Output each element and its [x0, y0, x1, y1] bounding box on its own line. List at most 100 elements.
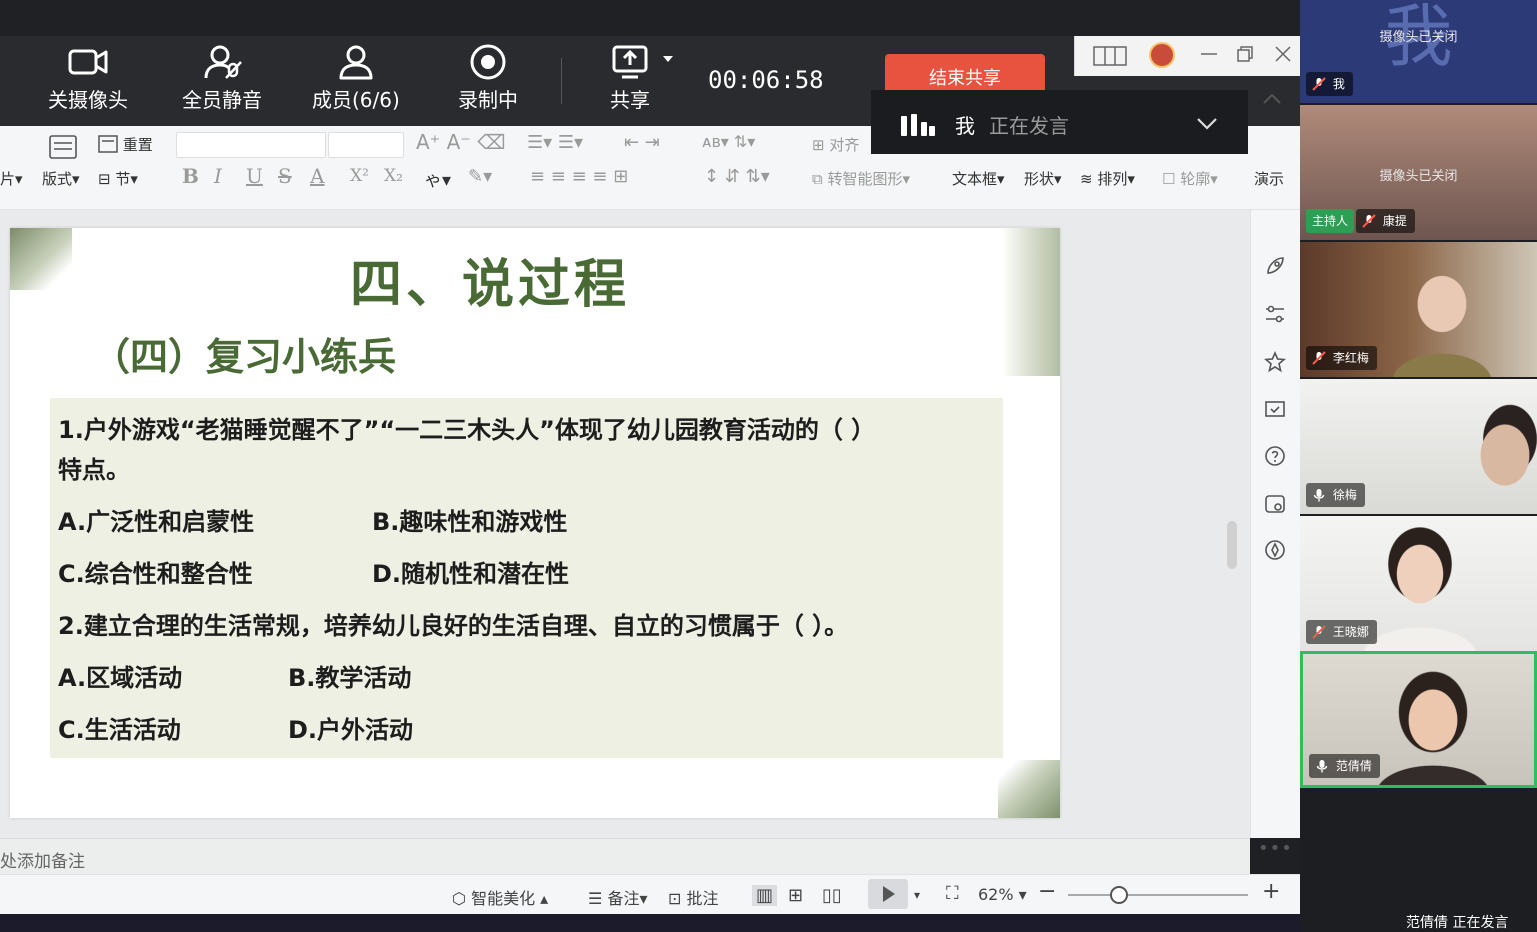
- superscript-icon[interactable]: X²: [350, 166, 369, 186]
- indent-icon[interactable]: ⇤ ⇥: [624, 132, 660, 153]
- notes-toggle-button[interactable]: ☰ 备注▾: [588, 885, 647, 909]
- members-icon: [339, 45, 373, 80]
- speaking-banner[interactable]: 我 正在发言: [871, 90, 1248, 154]
- textbox-button[interactable]: 文本框▾: [952, 168, 1005, 189]
- strikethrough-icon[interactable]: S: [278, 164, 292, 188]
- present-label: 演示: [1254, 170, 1285, 188]
- play-options-icon[interactable]: ▾: [914, 888, 920, 902]
- comment-label: 批注: [686, 889, 719, 908]
- more-options-icon[interactable]: •••: [1258, 838, 1292, 859]
- mute-all-button[interactable]: 全员静音: [182, 44, 262, 113]
- question-2-stem: 2.建立合理的生活常规，培养幼儿良好的生活自理、自立的习惯属于（ ）。: [58, 612, 849, 640]
- star-icon[interactable]: [1263, 350, 1287, 374]
- slides-panel-icon[interactable]: [1263, 398, 1287, 422]
- meeting-timer: 00:06:58: [708, 66, 824, 94]
- reading-view-icon[interactable]: ▯▯: [822, 885, 842, 906]
- slide-title: 四、说过程: [349, 255, 630, 315]
- question-box: 1.户外游戏“老猫睡觉醒不了”“一二三木头人”体现了幼儿园教育活动的（ ） 特点…: [50, 398, 1003, 758]
- layout-toggle-icon[interactable]: [1093, 46, 1127, 66]
- members-button[interactable]: 成员(6/6): [312, 44, 400, 113]
- design-icon[interactable]: [1263, 492, 1287, 516]
- convert-smartart-button[interactable]: ⧉ 转智能图形▾: [812, 168, 910, 189]
- share-label: 共享: [610, 88, 650, 112]
- sorter-view-icon[interactable]: ⊞: [788, 885, 803, 906]
- participant-name: 康提: [1382, 214, 1407, 228]
- font-color-icon[interactable]: A: [310, 164, 324, 188]
- line-spacing-icons[interactable]: ↕ ⇵ ⇅▾: [704, 166, 770, 187]
- share-button[interactable]: 共享: [610, 44, 676, 113]
- collapse-ribbon-icon[interactable]: [1262, 92, 1282, 106]
- font-family-dropdown[interactable]: [176, 132, 326, 158]
- outline-button[interactable]: ☐ 轮廓▾: [1162, 168, 1218, 189]
- user-avatar[interactable]: [1149, 42, 1175, 68]
- scrollbar-thumb[interactable]: [1227, 521, 1237, 569]
- zoom-level[interactable]: 62% ▾: [978, 885, 1027, 904]
- participant-tile-5[interactable]: 王晓娜: [1300, 516, 1537, 651]
- meeting-top-strip: [0, 0, 1300, 36]
- slide-canvas[interactable]: 四、说过程 （四）复习小练兵 1.户外游戏“老猫睡觉醒不了”“一二三木头人”体现…: [10, 228, 1060, 818]
- participant-name: 徐梅: [1332, 488, 1357, 502]
- help-icon[interactable]: [1263, 444, 1287, 468]
- camera-off-text: 摄像头已关闭: [1379, 169, 1458, 184]
- participant-tile-me[interactable]: 我 摄像头已关闭 我: [1300, 0, 1537, 103]
- picture-button[interactable]: 片▾: [0, 168, 23, 189]
- bullet-list-icon[interactable]: ☰▾ ☰▾: [527, 132, 583, 153]
- slide-editor: 四、说过程 （四）复习小练兵 1.户外游戏“老猫睡觉醒不了”“一二三木头人”体现…: [0, 210, 1250, 838]
- close-icon[interactable]: [1275, 46, 1291, 62]
- zoom-slider-knob[interactable]: [1110, 886, 1128, 904]
- participant-tile-host[interactable]: 摄像头已关闭 主持人 康提: [1300, 105, 1537, 240]
- recording-button[interactable]: 录制中: [458, 44, 518, 113]
- status-bar: ⬡ 智能美化 ▴ ☰ 备注▾ ⊡ 批注 ▥ ⊞ ▯▯ ▾ ⛶ 62% ▾ − +: [0, 874, 1300, 914]
- font-size-dropdown[interactable]: [328, 132, 404, 158]
- reset-icon: [98, 135, 118, 153]
- question-1-stem: 1.户外游戏“老猫睡觉醒不了”“一二三木头人”体现了幼儿园教育活动的（ ）: [58, 416, 876, 444]
- zoom-slider[interactable]: [1068, 894, 1248, 896]
- picture-label: 片: [0, 170, 16, 188]
- smart-beautify-button[interactable]: ⬡ 智能美化 ▴: [452, 885, 548, 909]
- participant-tile-3[interactable]: 李红梅: [1300, 242, 1537, 377]
- participant-tile-4[interactable]: 徐梅: [1300, 379, 1537, 514]
- subscript-icon[interactable]: X₂: [384, 166, 403, 186]
- participant-tile-6[interactable]: 范倩倩: [1300, 651, 1537, 788]
- highlight-icon[interactable]: ✎▾: [468, 166, 492, 187]
- question-2-option-b: B.教学活动: [288, 664, 412, 692]
- play-slideshow-button[interactable]: [868, 879, 908, 909]
- plant-decoration-bottom-right: [998, 760, 1060, 818]
- paragraph-align-icons[interactable]: ≡ ≡ ≡ ≡ ⊞: [530, 166, 628, 187]
- italic-icon[interactable]: I: [214, 164, 222, 188]
- section-button[interactable]: ⊟ 节▾: [98, 168, 138, 189]
- bold-icon[interactable]: B: [182, 164, 199, 188]
- speaker-me-label: 我: [955, 114, 975, 138]
- minimize-icon[interactable]: [1201, 52, 1217, 56]
- reset-slide-icon[interactable]: [48, 134, 78, 160]
- present-button[interactable]: 演示: [1254, 168, 1284, 189]
- arrange-button[interactable]: ≋ 排列▾: [1080, 168, 1135, 189]
- app-root: 关摄像头 全员静音 成员(6/6) 录制中 共享 00:06:58 结束共享 重…: [0, 0, 1537, 932]
- location-icon[interactable]: [1263, 538, 1287, 562]
- rocket-icon[interactable]: [1263, 254, 1287, 278]
- camera-off-button[interactable]: 关摄像头: [48, 44, 128, 113]
- current-speaker-label: 范倩倩 正在发言: [1406, 915, 1509, 931]
- sliders-icon[interactable]: [1263, 302, 1287, 326]
- record-icon: [470, 44, 506, 80]
- reset-button[interactable]: 重置: [98, 134, 153, 155]
- notes-area[interactable]: 处添加备注: [0, 838, 1250, 874]
- zoom-out-icon[interactable]: −: [1038, 879, 1056, 904]
- phonetic-icon[interactable]: ゃ▾: [424, 166, 451, 192]
- textbox-label: 文本框: [952, 170, 998, 188]
- restore-icon[interactable]: [1237, 46, 1253, 62]
- normal-view-icon[interactable]: ▥: [752, 885, 778, 906]
- fit-window-icon[interactable]: ⛶: [946, 883, 959, 904]
- chevron-down-icon[interactable]: [1196, 112, 1218, 134]
- vertical-scrollbar[interactable]: [1224, 216, 1240, 816]
- section-label: 节: [115, 170, 131, 188]
- shape-button[interactable]: 形状▾: [1024, 168, 1062, 189]
- underline-icon[interactable]: U: [246, 164, 263, 188]
- text-direction-icon[interactable]: ᴀʙ▾ ⇅▾: [702, 132, 755, 151]
- zoom-in-icon[interactable]: +: [1262, 879, 1280, 904]
- layout-button[interactable]: 版式▾: [42, 168, 80, 189]
- comment-button[interactable]: ⊡ 批注: [668, 885, 719, 909]
- end-share-button[interactable]: 结束共享: [885, 54, 1045, 94]
- font-grow-icon[interactable]: A⁺ A⁻ ⌫: [416, 130, 505, 154]
- align-button[interactable]: ⊞ 对齐: [812, 134, 859, 155]
